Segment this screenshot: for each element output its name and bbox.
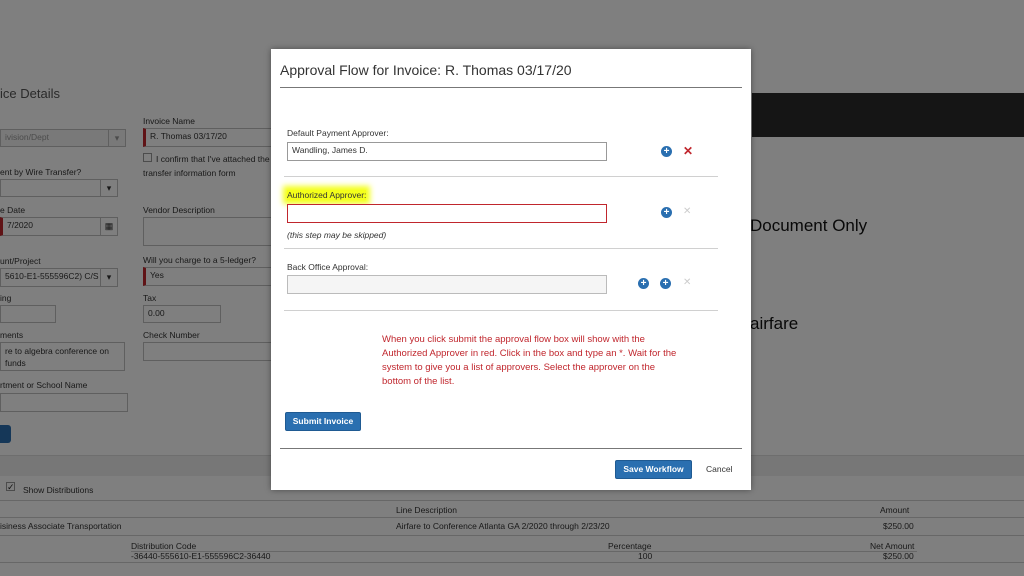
skip-note: (this step may be skipped) bbox=[287, 230, 387, 240]
default-approver-label: Default Payment Approver: bbox=[287, 128, 389, 138]
authorized-approver-input[interactable] bbox=[287, 204, 607, 223]
submit-invoice-button[interactable]: Submit Invoice bbox=[285, 412, 361, 431]
add-approver-icon[interactable]: + bbox=[660, 278, 671, 289]
authorized-approver-label: Authorized Approver: bbox=[287, 190, 367, 200]
back-office-input[interactable] bbox=[287, 275, 607, 294]
save-workflow-button[interactable]: Save Workflow bbox=[615, 460, 692, 479]
remove-approver-icon[interactable]: ✕ bbox=[683, 145, 693, 157]
default-approver-value: Wandling, James D. bbox=[292, 145, 368, 155]
authorized-approver-label-text: Authorized Approver: bbox=[287, 190, 367, 200]
step-divider bbox=[284, 176, 718, 177]
back-office-label: Back Office Approval: bbox=[287, 262, 369, 272]
add-approver-before-icon[interactable]: + bbox=[638, 278, 649, 289]
approval-flow-dialog: Approval Flow for Invoice: R. Thomas 03/… bbox=[271, 49, 751, 490]
instruction-note: When you click submit the approval flow … bbox=[382, 334, 677, 387]
add-approver-icon[interactable]: + bbox=[661, 207, 672, 218]
dialog-title: Approval Flow for Invoice: R. Thomas 03/… bbox=[280, 62, 572, 78]
remove-approver-icon: ✕ bbox=[683, 206, 692, 217]
cancel-button[interactable]: Cancel bbox=[706, 464, 732, 474]
step-divider bbox=[284, 310, 718, 311]
footer-divider bbox=[280, 448, 742, 449]
default-approver-input[interactable]: Wandling, James D. bbox=[287, 142, 607, 161]
add-approver-icon[interactable]: + bbox=[661, 146, 672, 157]
step-divider bbox=[284, 248, 718, 249]
title-divider bbox=[280, 87, 742, 88]
remove-approver-icon: ✕ bbox=[683, 277, 692, 288]
